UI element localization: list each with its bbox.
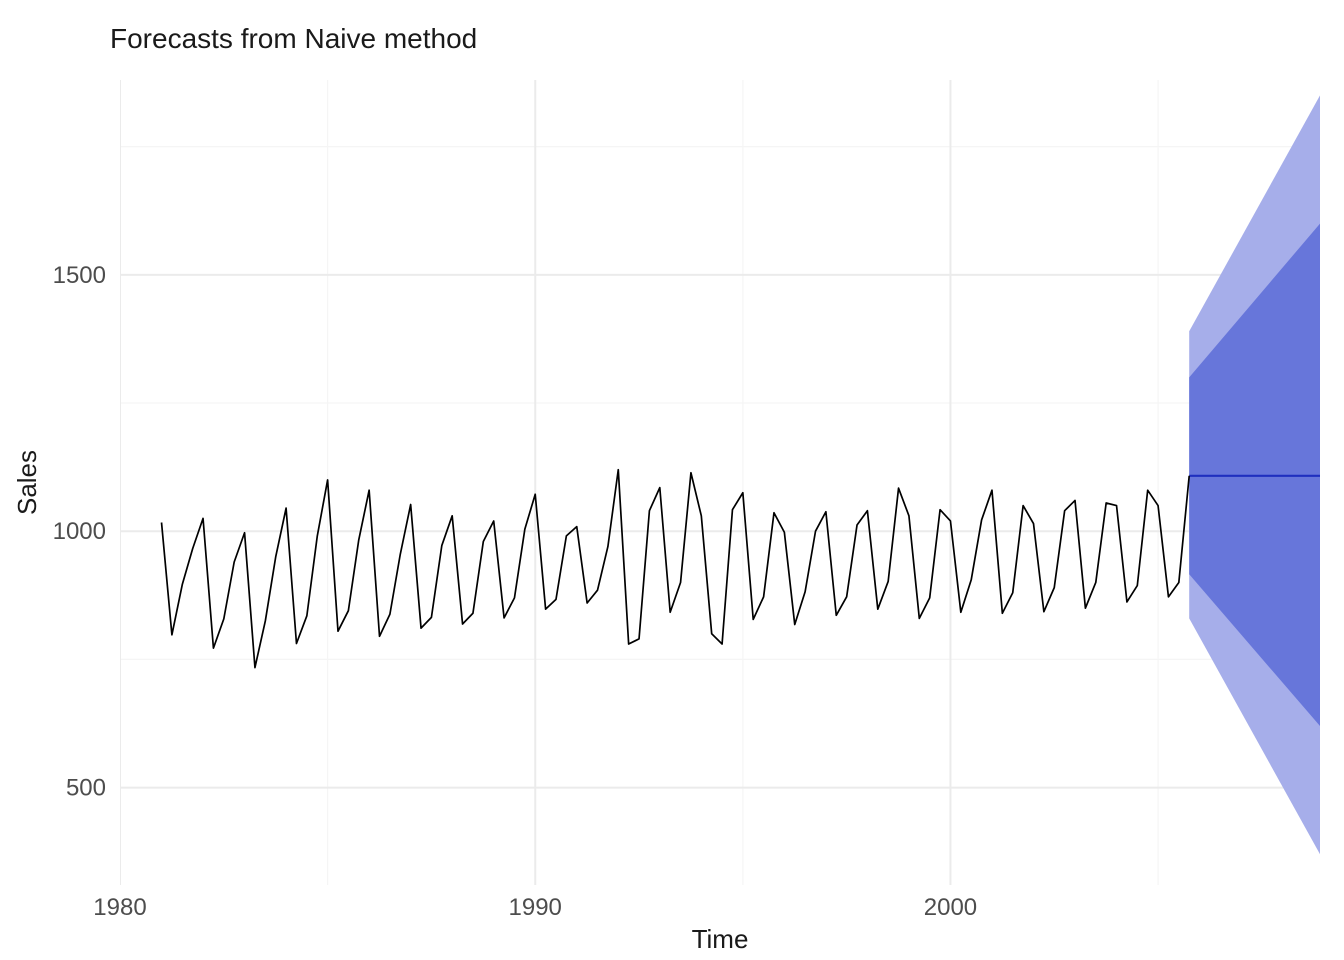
y-tick-label: 500 [66, 775, 106, 802]
x-tick-label: 1980 [93, 894, 146, 921]
y-axis-label: Sales [12, 450, 42, 515]
x-tick-label: 1990 [509, 894, 562, 921]
x-axis-label: Time [692, 924, 749, 954]
chart-title: Forecasts from Naive method [110, 23, 477, 54]
chart-container: 1980 1990 2000 500 1000 1500 Time Sales Forecast… [0, 0, 1344, 960]
y-tick-label: 1000 [53, 518, 106, 545]
chart-svg: 1980 1990 2000 500 1000 1500 Time Sales Forecast… [0, 0, 1344, 960]
y-tick-label: 1500 [53, 262, 106, 289]
x-tick-label: 2000 [924, 894, 977, 921]
